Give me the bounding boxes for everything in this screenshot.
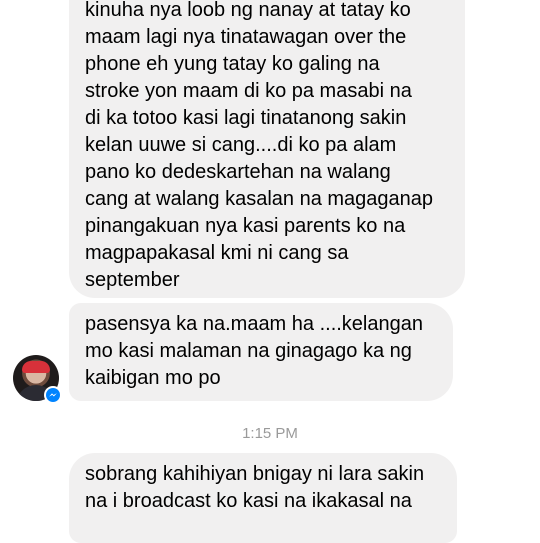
messenger-icon xyxy=(44,386,62,404)
message-line: cang at walang kasalan na magaganap xyxy=(85,188,434,210)
message-line: pasensya ka na.maam ha ....kelangan xyxy=(85,313,423,335)
message-line: magpapakasal kmi ni cang sa xyxy=(85,242,349,264)
message-line: sobrang kahihiyan bnigay ni lara sakin xyxy=(85,463,425,485)
message-timestamp: 1:15 PM xyxy=(242,425,298,442)
message-bubble[interactable]: sobrang kahihiyan bnigay ni lara sakin n… xyxy=(69,453,457,543)
message-bubble[interactable]: pasensya ka na.maam ha ....kelangan mo k… xyxy=(69,303,453,401)
avatar-cap-shape xyxy=(22,361,50,373)
message-line: pano ko dedeskartehan na walang xyxy=(85,161,391,183)
message-bubble[interactable]: kinuha nya loob ng nanay at tatay ko maa… xyxy=(69,0,465,298)
message-line: di ka totoo kasi lagi tinatanong sakin xyxy=(85,107,407,129)
message-line: kinuha nya loob ng nanay at tatay ko xyxy=(85,0,411,21)
message-line: kelan uuwe si cang....di ko pa alam xyxy=(85,134,397,156)
message-line: na i broadcast ko kasi na ikakasal na xyxy=(85,490,412,512)
message-line: maam lagi nya tinatawagan over the xyxy=(85,26,407,48)
message-line: september xyxy=(85,269,180,291)
message-line: stroke yon maam di ko pa masabi na xyxy=(85,80,412,102)
message-line: pinangakuan nya kasi parents ko na xyxy=(85,215,406,237)
message-line: mo kasi malaman na ginagago ka ng xyxy=(85,340,412,362)
message-line: kaibigan mo po xyxy=(85,367,221,389)
message-line: phone eh yung tatay ko galing na xyxy=(85,53,380,75)
